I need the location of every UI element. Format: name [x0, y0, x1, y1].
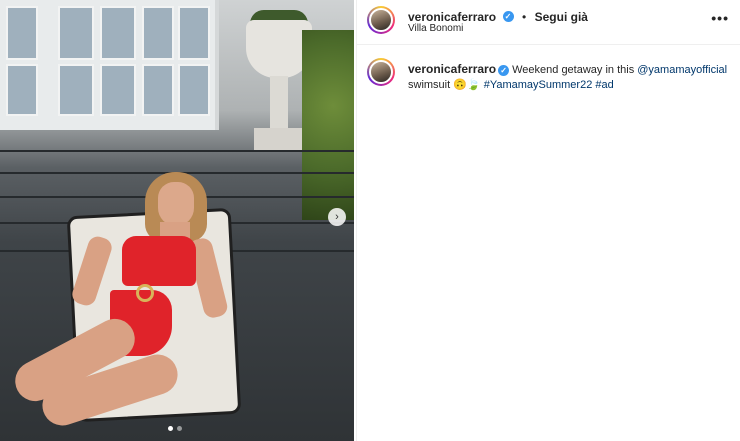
verified-badge-icon: ✓: [498, 64, 510, 76]
carousel-dot: [177, 426, 182, 431]
following-button[interactable]: Segui già: [535, 10, 588, 24]
more-options-icon[interactable]: •••: [711, 10, 729, 26]
hashtag-link[interactable]: #YamamaySummer22: [484, 79, 593, 91]
caption-text: Weekend getaway in this: [512, 64, 638, 76]
separator-dot: •: [521, 10, 527, 24]
post-photo[interactable]: ›: [0, 0, 354, 441]
hedge: [302, 30, 354, 220]
header-username[interactable]: veronicaferraro: [408, 10, 496, 24]
french-doors: [0, 0, 219, 130]
carousel-dot: [168, 426, 173, 431]
avatar[interactable]: [367, 6, 395, 34]
caption-username[interactable]: veronicaferraro: [408, 62, 496, 76]
chevron-right-icon: ›: [335, 211, 339, 223]
carousel-next-button[interactable]: ›: [328, 208, 346, 226]
carousel-indicator: [168, 426, 182, 431]
post-caption: veronicaferraro ✓ Weekend getaway in this…: [408, 62, 728, 93]
location-link[interactable]: Villa Bonomi: [408, 23, 463, 34]
verified-badge-icon: ✓: [502, 11, 514, 23]
post-header: veronicaferraro ✓ • Segui già Villa Bono…: [357, 0, 740, 45]
swimsuit-ring: [136, 284, 154, 302]
face: [158, 182, 194, 226]
post-sidebar: veronicaferraro ✓ • Segui già Villa Bono…: [356, 0, 740, 441]
mention-link[interactable]: @yamamayofficial: [637, 64, 727, 76]
emoji: 🙃🍃: [453, 79, 481, 91]
caption-text: swimsuit: [408, 79, 454, 91]
hashtag-link[interactable]: #ad: [595, 79, 613, 91]
caption-avatar[interactable]: [367, 58, 395, 86]
